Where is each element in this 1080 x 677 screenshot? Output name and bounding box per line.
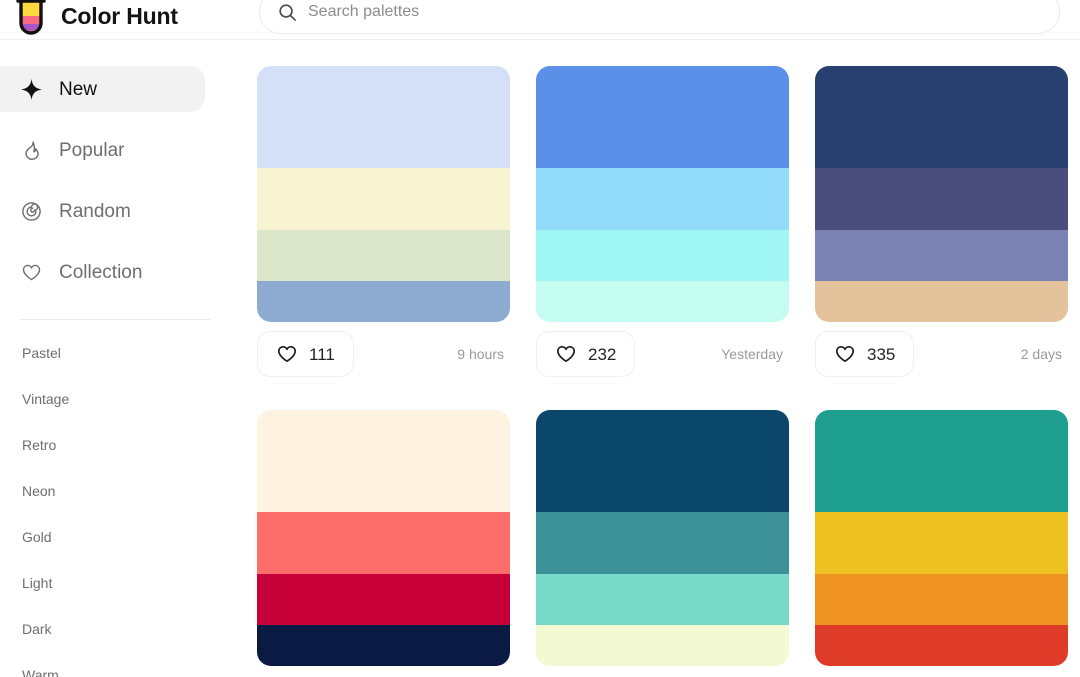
like-button[interactable]: 335 <box>815 331 915 377</box>
flame-icon <box>20 139 43 162</box>
like-count: 335 <box>867 344 896 364</box>
sidebar-item-collection[interactable]: Collection <box>0 249 205 295</box>
palette-card[interactable] <box>815 410 1068 677</box>
sidebar-tag-vintage[interactable]: Vintage <box>0 387 240 433</box>
palette-card[interactable]: 232 Yesterday <box>536 66 789 386</box>
sidebar-nav: New Popular Random Collection <box>0 40 240 295</box>
palette-swatch[interactable] <box>815 573 1068 626</box>
palette-swatch[interactable] <box>815 66 1068 169</box>
palette-swatch[interactable] <box>815 168 1068 230</box>
sparkle-icon <box>20 78 43 101</box>
main-content: 111 9 hours 232 Yesterday 335 2 days <box>240 40 1080 677</box>
palette-timestamp: 9 hours <box>457 346 504 362</box>
sidebar-item-random[interactable]: Random <box>0 188 205 234</box>
like-count: 111 <box>309 344 335 364</box>
palette-swatch[interactable] <box>257 66 510 169</box>
palette-meta: 111 9 hours <box>257 322 510 386</box>
palette-swatch[interactable] <box>815 410 1068 513</box>
color-hunt-app: Color Hunt New <box>0 0 1080 677</box>
sidebar-tag-gold[interactable]: Gold <box>0 525 240 571</box>
sidebar-tag-dark[interactable]: Dark <box>0 617 240 663</box>
palette-swatch[interactable] <box>257 281 510 322</box>
palette-swatch[interactable] <box>815 625 1068 666</box>
palette-swatch[interactable] <box>257 573 510 626</box>
search-icon <box>279 3 296 21</box>
palette-meta: 232 Yesterday <box>536 322 789 386</box>
like-button[interactable]: 232 <box>536 331 636 377</box>
palette-swatch[interactable] <box>536 410 789 513</box>
palette-swatches[interactable] <box>815 410 1068 666</box>
palette-timestamp: Yesterday <box>721 346 783 362</box>
test-tube-logo-icon <box>16 0 46 35</box>
palette-swatches[interactable] <box>536 66 789 322</box>
sidebar-tag-neon[interactable]: Neon <box>0 479 240 525</box>
sidebar-item-label: Random <box>59 200 131 222</box>
spiral-icon <box>20 200 43 223</box>
sidebar-item-new[interactable]: New <box>0 66 205 112</box>
palette-swatch[interactable] <box>536 281 789 322</box>
palette-swatch[interactable] <box>257 229 510 282</box>
palette-swatch[interactable] <box>536 66 789 169</box>
sidebar-item-label: Popular <box>59 139 125 161</box>
palette-swatch[interactable] <box>257 625 510 666</box>
palette-swatch[interactable] <box>536 625 789 666</box>
sidebar-tag-pastel[interactable]: Pastel <box>0 341 240 387</box>
like-button[interactable]: 111 <box>257 331 354 377</box>
palette-swatch[interactable] <box>536 512 789 574</box>
palette-swatch[interactable] <box>257 512 510 574</box>
search-bar[interactable] <box>259 0 1060 34</box>
like-count: 232 <box>588 344 617 364</box>
brand[interactable]: Color Hunt <box>14 0 178 40</box>
palette-swatch[interactable] <box>257 410 510 513</box>
palette-swatches[interactable] <box>257 410 510 666</box>
palette-timestamp: 2 days <box>1020 346 1062 362</box>
palette-swatch[interactable] <box>536 573 789 626</box>
palette-meta: 335 2 days <box>815 322 1068 386</box>
palette-meta <box>257 666 510 677</box>
palette-swatch[interactable] <box>815 281 1068 322</box>
palette-meta <box>815 666 1068 677</box>
palette-card[interactable]: 335 2 days <box>815 66 1068 386</box>
sidebar: New Popular Random Collection Pastel Vin… <box>0 40 240 677</box>
palette-swatch[interactable] <box>536 229 789 282</box>
palette-card[interactable] <box>257 410 510 677</box>
app-header: Color Hunt <box>0 0 1080 40</box>
palette-card[interactable] <box>536 410 789 677</box>
palette-swatch[interactable] <box>536 168 789 230</box>
palette-grid: 111 9 hours 232 Yesterday 335 2 days <box>240 40 1080 677</box>
palette-swatch[interactable] <box>815 229 1068 282</box>
palette-swatch[interactable] <box>815 512 1068 574</box>
palette-swatches[interactable] <box>815 66 1068 322</box>
palette-card[interactable]: 111 9 hours <box>257 66 510 386</box>
palette-meta <box>536 666 789 677</box>
brand-name: Color Hunt <box>61 2 178 29</box>
heart-icon <box>20 261 43 284</box>
sidebar-item-label: New <box>59 78 98 100</box>
sidebar-item-label: Collection <box>59 261 143 283</box>
sidebar-tag-warm[interactable]: Warm <box>0 663 240 677</box>
palette-swatch[interactable] <box>257 168 510 230</box>
sidebar-item-popular[interactable]: Popular <box>0 127 205 173</box>
sidebar-tag-retro[interactable]: Retro <box>0 433 240 479</box>
search-input[interactable] <box>308 0 1041 33</box>
sidebar-tag-list: Pastel Vintage Retro Neon Gold Light Dar… <box>0 320 240 677</box>
sidebar-tag-light[interactable]: Light <box>0 571 240 617</box>
palette-swatches[interactable] <box>536 410 789 666</box>
palette-swatches[interactable] <box>257 66 510 322</box>
